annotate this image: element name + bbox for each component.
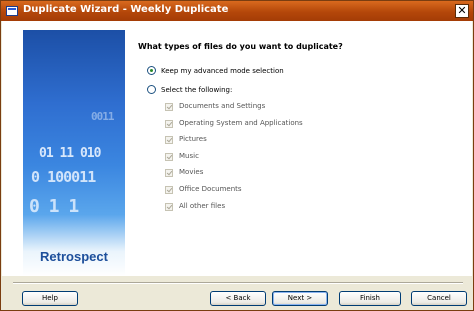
- file-type-label[interactable]: Music: [179, 152, 199, 160]
- window-icon: [6, 6, 18, 16]
- divider: [13, 282, 463, 284]
- file-type-label[interactable]: Office Documents: [179, 185, 242, 193]
- cancel-button[interactable]: Cancel: [411, 291, 467, 306]
- file-type-label[interactable]: All other files: [179, 202, 225, 210]
- select-following-radio[interactable]: [147, 85, 156, 94]
- title-bar[interactable]: Duplicate Wizard - Weekly Duplicate ✕: [1, 1, 473, 21]
- file-type-checkbox[interactable]: [165, 202, 173, 211]
- file-type-label[interactable]: Operating System and Applications: [179, 119, 303, 127]
- page-question: What types of files do you want to dupli…: [138, 42, 343, 51]
- file-type-checkbox[interactable]: [165, 186, 173, 194]
- file-type-label[interactable]: Documents and Settings: [179, 102, 265, 110]
- duplicate-wizard-window: Duplicate Wizard - Weekly Duplicate ✕ 00…: [0, 0, 474, 311]
- retrospect-banner: 0011 01 11 010 0 100011 0 1 1 Retrospect: [23, 30, 125, 276]
- file-type-checkbox[interactable]: [165, 136, 173, 145]
- banner-digits: 0011: [91, 110, 114, 123]
- window-title: Duplicate Wizard - Weekly Duplicate: [23, 4, 229, 15]
- banner-digits: 0 1 1: [29, 196, 79, 217]
- keep-selection-label[interactable]: Keep my advanced mode selection: [161, 67, 284, 75]
- file-type-checkbox[interactable]: [165, 169, 173, 178]
- banner-digits: 01 11 010: [39, 146, 101, 161]
- close-button[interactable]: ✕: [455, 4, 469, 18]
- back-button[interactable]: < Back: [210, 291, 266, 306]
- next-button[interactable]: Next >: [272, 291, 328, 306]
- select-following-label[interactable]: Select the following:: [161, 86, 232, 94]
- file-type-label[interactable]: Movies: [179, 168, 203, 176]
- retrospect-logo: Retrospect: [40, 249, 108, 264]
- file-type-checkbox[interactable]: [165, 119, 173, 128]
- help-button[interactable]: Help: [22, 291, 78, 306]
- file-type-label[interactable]: Pictures: [179, 135, 207, 143]
- keep-selection-radio[interactable]: [147, 66, 156, 75]
- file-type-checkbox[interactable]: [165, 152, 173, 161]
- file-type-checkbox[interactable]: [165, 103, 173, 111]
- finish-button[interactable]: Finish: [339, 291, 401, 306]
- banner-digits: 0 100011: [31, 168, 96, 186]
